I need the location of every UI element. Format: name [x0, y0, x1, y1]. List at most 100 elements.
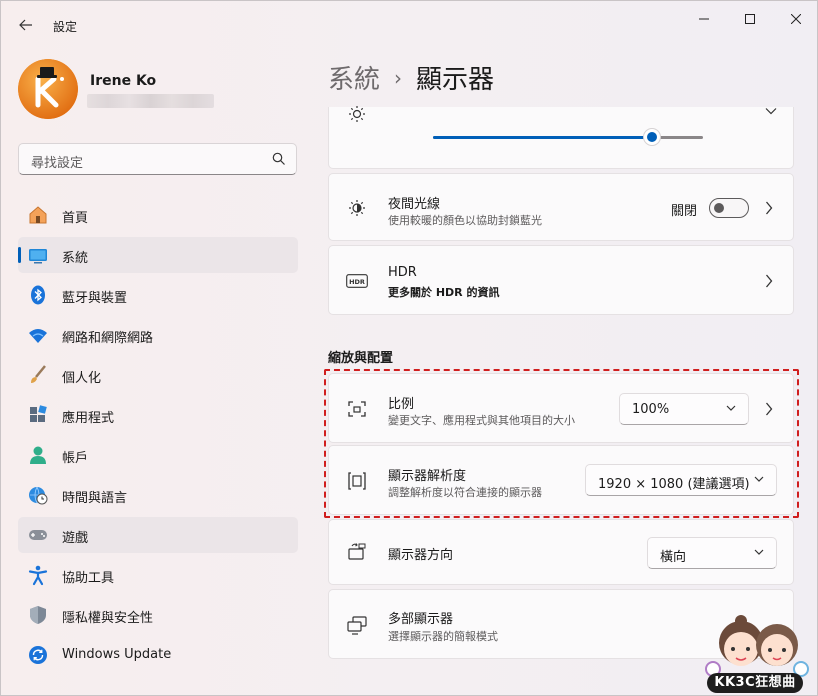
search-icon[interactable]: [272, 152, 286, 166]
chevron-down-icon: [726, 405, 736, 411]
orientation-value: 橫向: [660, 550, 687, 565]
page-title: 顯示器: [416, 65, 495, 95]
multi-display-subtitle: 選擇顯示器的簡報模式: [388, 630, 498, 643]
night-light-title: 夜間光線: [388, 197, 441, 212]
resolution-subtitle: 調整解析度以符合連接的顯示器: [388, 486, 542, 499]
section-title-scale-layout: 縮放與配置: [328, 351, 394, 366]
maximize-icon: [745, 14, 755, 24]
sidebar-item-network[interactable]: 網路和網際網路: [18, 317, 298, 353]
sidebar-item-label: 首頁: [62, 211, 89, 226]
user-email-redacted: [87, 94, 214, 108]
back-arrow-icon: [19, 19, 32, 31]
brightness-icon: [346, 103, 368, 125]
minimize-icon: [699, 18, 709, 20]
search-input[interactable]: 尋找設定: [31, 152, 83, 171]
update-icon: [27, 644, 49, 666]
sidebar-item-label: 帳戶: [62, 451, 89, 466]
sidebar-item-accessibility[interactable]: 協助工具: [18, 557, 298, 593]
maximize-button[interactable]: [727, 5, 773, 33]
avatar[interactable]: [18, 59, 78, 119]
orientation-icon: [346, 541, 368, 563]
minimize-button[interactable]: [681, 5, 727, 33]
sidebar-item-gaming[interactable]: 遊戲: [18, 517, 298, 553]
resolution-card[interactable]: 顯示器解析度 調整解析度以符合連接的顯示器 1920 × 1080 (建議選項): [328, 445, 794, 515]
sidebar-item-label: 系統: [62, 251, 89, 266]
chevron-right-icon[interactable]: [763, 402, 775, 416]
sidebar-item-personalization[interactable]: 個人化: [18, 357, 298, 393]
watermark-text: KK3C狂想曲: [707, 673, 803, 693]
close-icon: [791, 14, 801, 24]
chevron-down-icon: [754, 549, 764, 555]
sidebar-item-accounts[interactable]: 帳戶: [18, 437, 298, 473]
apps-icon: [27, 404, 49, 426]
scale-value: 100%: [632, 402, 670, 417]
night-light-card[interactable]: 夜間光線 使用較暖的顏色以協助封鎖藍光 關閉: [328, 173, 794, 241]
chevron-up-icon[interactable]: [765, 104, 777, 118]
brightness-slider[interactable]: [433, 128, 703, 146]
back-button[interactable]: [11, 11, 41, 39]
active-indicator: [18, 247, 21, 263]
night-light-toggle[interactable]: [709, 198, 749, 218]
resolution-icon: [346, 470, 368, 492]
scale-dropdown[interactable]: 100%: [619, 393, 749, 425]
scale-subtitle: 變更文字、應用程式與其他項目的大小: [388, 414, 575, 427]
globe-clock-icon: [27, 484, 49, 506]
resolution-value: 1920 × 1080 (建議選項): [598, 477, 750, 492]
night-light-icon: [346, 197, 368, 219]
brightness-slider-fill: [433, 136, 652, 139]
resolution-dropdown[interactable]: 1920 × 1080 (建議選項): [585, 464, 777, 496]
accessibility-icon: [27, 564, 49, 586]
hdr-card[interactable]: HDR HDR 更多關於 HDR 的資訊: [328, 245, 794, 315]
sidebar-item-label: 個人化: [62, 371, 102, 386]
sidebar-item-home[interactable]: 首頁: [18, 197, 298, 233]
sidebar-item-windows-update[interactable]: Windows Update: [18, 637, 298, 673]
orientation-card[interactable]: 顯示器方向 橫向: [328, 519, 794, 585]
sidebar-item-label: 協助工具: [62, 571, 115, 586]
hdr-info-link[interactable]: 更多關於 HDR 的資訊: [388, 284, 499, 300]
breadcrumb-separator: ›: [394, 65, 403, 90]
app-title: 設定: [53, 20, 78, 34]
wifi-icon: [27, 324, 49, 346]
breadcrumb-parent[interactable]: 系統: [328, 59, 380, 96]
sidebar-item-label: 遊戲: [62, 531, 89, 546]
scale-card[interactable]: 比例 變更文字、應用程式與其他項目的大小 100%: [328, 373, 794, 443]
sidebar-item-label: 藍牙與裝置: [62, 291, 128, 306]
close-button[interactable]: [773, 5, 817, 33]
gamepad-icon: [27, 524, 49, 546]
night-light-subtitle: 使用較暖的顏色以協助封鎖藍光: [388, 214, 542, 227]
user-name: Irene Ko: [90, 73, 157, 89]
sidebar-item-label: Windows Update: [62, 647, 172, 662]
multi-display-title: 多部顯示器: [388, 612, 454, 627]
chevron-right-icon[interactable]: [763, 274, 775, 288]
sidebar-item-bluetooth[interactable]: 藍牙與裝置: [18, 277, 298, 313]
hdr-title: HDR: [388, 265, 417, 280]
brightness-slider-thumb[interactable]: [642, 128, 661, 146]
night-light-state: 關閉: [670, 204, 697, 219]
scale-icon: [346, 398, 368, 420]
system-icon: [27, 244, 49, 266]
title-bar: 設定: [1, 1, 817, 45]
home-icon: [27, 204, 49, 226]
orientation-dropdown[interactable]: 橫向: [647, 537, 777, 569]
chevron-down-icon: [754, 476, 764, 482]
sidebar-item-privacy[interactable]: 隱私權與安全性: [18, 597, 298, 633]
sidebar-item-apps[interactable]: 應用程式: [18, 397, 298, 433]
chevron-right-icon[interactable]: [763, 201, 775, 215]
resolution-title: 顯示器解析度: [388, 469, 467, 484]
settings-window: 設定 Irene Ko 尋找設定 首頁 系統 藍牙與裝置 網路和網際網路 個人化…: [0, 0, 818, 696]
account-icon: [27, 444, 49, 466]
orientation-title: 顯示器方向: [388, 548, 454, 563]
sidebar-item-time-language[interactable]: 時間與語言: [18, 477, 298, 513]
sidebar-item-label: 網路和網際網路: [62, 331, 154, 346]
breadcrumb: 系統 › 顯示器: [328, 59, 494, 96]
hdr-icon: HDR: [346, 270, 368, 292]
toggle-knob: [714, 203, 724, 213]
multi-display-icon: [346, 614, 368, 636]
sidebar-item-label: 隱私權與安全性: [62, 611, 154, 626]
search-box[interactable]: 尋找設定: [18, 143, 297, 175]
sidebar-item-label: 應用程式: [62, 411, 115, 426]
scale-title: 比例: [388, 397, 415, 412]
sidebar-nav: 首頁 系統 藍牙與裝置 網路和網際網路 個人化 應用程式 帳戶 時間與語言 遊戲…: [18, 197, 298, 677]
shield-icon: [27, 604, 49, 626]
sidebar-item-system[interactable]: 系統: [18, 237, 298, 273]
